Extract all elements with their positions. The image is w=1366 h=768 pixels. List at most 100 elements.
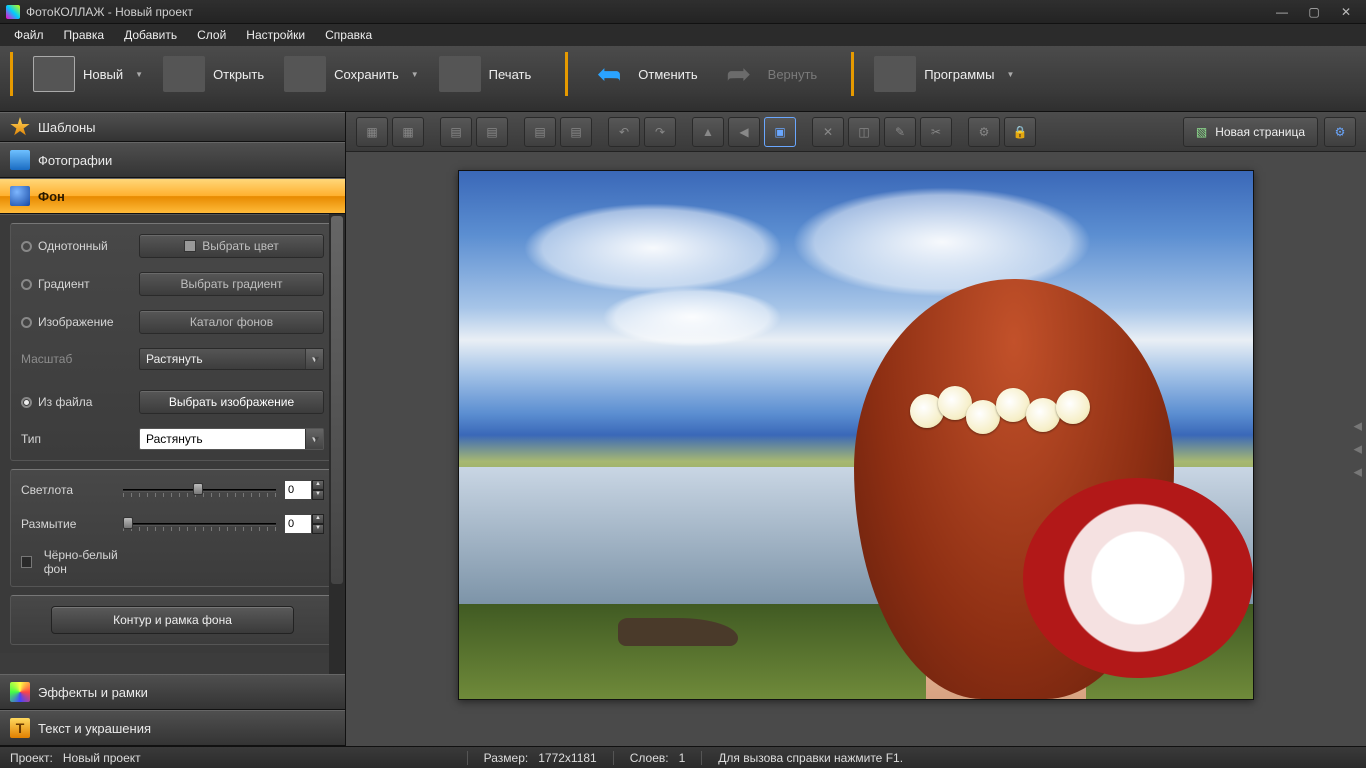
bw-checkbox[interactable]: Чёрно-белый фон bbox=[21, 548, 131, 576]
status-project-label: Проект: bbox=[10, 751, 53, 765]
menu-help[interactable]: Справка bbox=[315, 25, 382, 45]
status-help: Для вызова справки нажмите F1. bbox=[718, 751, 903, 765]
page-settings-icon[interactable]: ⚙ bbox=[1324, 117, 1356, 147]
choose-color-button[interactable]: Выбрать цвет bbox=[139, 234, 324, 258]
canvas-object-boat bbox=[618, 618, 738, 646]
bg-catalog-button[interactable]: Каталог фонов bbox=[139, 310, 324, 334]
choose-image-button[interactable]: Выбрать изображение bbox=[139, 390, 324, 414]
flip-h-icon[interactable]: ▲ bbox=[692, 117, 724, 147]
eyedropper-icon[interactable]: ✎ bbox=[884, 117, 916, 147]
align-top-icon[interactable]: ▤ bbox=[524, 117, 556, 147]
canvas-object-bouquet bbox=[1023, 478, 1253, 678]
menu-file[interactable]: Файл bbox=[4, 25, 54, 45]
programs-button[interactable]: Программы▼ bbox=[864, 52, 1024, 96]
undo-button[interactable]: ➦Отменить bbox=[578, 53, 707, 96]
balloon-icon bbox=[10, 186, 30, 206]
status-layers-label: Слоев: bbox=[630, 751, 669, 765]
menu-add[interactable]: Добавить bbox=[114, 25, 187, 45]
chevron-down-icon[interactable]: ▼ bbox=[1006, 70, 1014, 79]
chevron-down-icon[interactable]: ▼ bbox=[135, 70, 143, 79]
status-size-label: Размер: bbox=[484, 751, 529, 765]
crop-icon[interactable]: ◫ bbox=[848, 117, 880, 147]
radio-gradient[interactable]: Градиент bbox=[21, 277, 131, 291]
menubar: Файл Правка Добавить Слой Настройки Спра… bbox=[0, 24, 1366, 46]
scissors-icon[interactable]: ✂ bbox=[920, 117, 952, 147]
panel-scrollbar[interactable] bbox=[329, 214, 345, 674]
box-icon bbox=[874, 56, 916, 92]
star-icon bbox=[10, 117, 30, 137]
background-panel: Однотонный Выбрать цвет Градиент Выбрать… bbox=[0, 214, 345, 653]
radio-image[interactable]: Изображение bbox=[21, 315, 131, 329]
rotate-left-icon[interactable]: ↶ bbox=[608, 117, 640, 147]
window-title: ФотоКОЛЛАЖ - Новый проект bbox=[26, 5, 1268, 19]
statusbar: Проект: Новый проект Размер: 1772x1181 С… bbox=[0, 746, 1366, 768]
flip-v-icon[interactable]: ◀ bbox=[728, 117, 760, 147]
maximize-button[interactable]: ▢ bbox=[1300, 4, 1328, 20]
type-select[interactable]: Растянуть▼ bbox=[139, 428, 324, 450]
folder-icon bbox=[163, 56, 205, 92]
lock-icon[interactable]: 🔒 bbox=[1004, 117, 1036, 147]
sidebar-item-text[interactable]: Текст и украшения bbox=[0, 710, 345, 746]
choose-gradient-button[interactable]: Выбрать градиент bbox=[139, 272, 324, 296]
left-panel: Шаблоны Фотографии Фон Однотонный Выбрат… bbox=[0, 112, 346, 746]
send-back-icon[interactable]: ▦ bbox=[392, 117, 424, 147]
undo-icon: ➦ bbox=[588, 57, 630, 92]
align-right-icon[interactable]: ▤ bbox=[476, 117, 508, 147]
print-button[interactable]: Печать bbox=[429, 52, 542, 96]
sidebar-item-templates[interactable]: Шаблоны bbox=[0, 112, 345, 142]
blur-label: Размытие bbox=[21, 517, 115, 531]
align-bottom-icon[interactable]: ▤ bbox=[560, 117, 592, 147]
blur-input[interactable]: ▲▼ bbox=[284, 514, 324, 534]
radio-solid[interactable]: Однотонный bbox=[21, 239, 131, 253]
photo-icon bbox=[10, 150, 30, 170]
rotate-right-icon[interactable]: ↷ bbox=[644, 117, 676, 147]
canvas-object-flowers bbox=[910, 386, 1110, 440]
status-project: Новый проект bbox=[63, 751, 141, 765]
palette-icon bbox=[10, 682, 30, 702]
new-page-button[interactable]: ▧ Новая страница bbox=[1183, 117, 1318, 147]
fit-screen-icon[interactable]: ▣ bbox=[764, 117, 796, 147]
status-size: 1772x1181 bbox=[538, 751, 597, 765]
gear-icon[interactable]: ⚙ bbox=[968, 117, 1000, 147]
sidebar-item-effects[interactable]: Эффекты и рамки bbox=[0, 674, 345, 710]
align-left-icon[interactable]: ▤ bbox=[440, 117, 472, 147]
brightness-label: Светлота bbox=[21, 483, 115, 497]
page-add-icon: ▧ bbox=[1196, 125, 1207, 139]
menu-layer[interactable]: Слой bbox=[187, 25, 236, 45]
minimize-button[interactable]: — bbox=[1268, 4, 1296, 20]
delete-icon[interactable]: ✕ bbox=[812, 117, 844, 147]
menu-settings[interactable]: Настройки bbox=[236, 25, 315, 45]
color-swatch bbox=[184, 240, 196, 252]
scale-select[interactable]: Растянуть▼ bbox=[139, 348, 324, 370]
redo-button[interactable]: ➦Вернуть bbox=[708, 53, 828, 96]
sidebar-item-photos[interactable]: Фотографии bbox=[0, 142, 345, 178]
printer-icon bbox=[439, 56, 481, 92]
radio-from-file[interactable]: Из файла bbox=[21, 395, 131, 409]
titlebar: ФотоКОЛЛАЖ - Новый проект — ▢ ✕ bbox=[0, 0, 1366, 24]
redo-icon: ➦ bbox=[718, 57, 760, 92]
contour-frame-button[interactable]: Контур и рамка фона bbox=[51, 606, 294, 634]
new-button[interactable]: Новый▼ bbox=[23, 52, 153, 96]
blur-slider[interactable] bbox=[123, 515, 276, 533]
bring-front-icon[interactable]: ▦ bbox=[356, 117, 388, 147]
scale-label: Масштаб bbox=[21, 352, 131, 366]
brightness-input[interactable]: ▲▼ bbox=[284, 480, 324, 500]
chevron-down-icon[interactable]: ▼ bbox=[411, 70, 419, 79]
brightness-slider[interactable] bbox=[123, 481, 276, 499]
new-icon bbox=[33, 56, 75, 92]
status-layers: 1 bbox=[679, 751, 686, 765]
checkbox-icon bbox=[21, 556, 32, 568]
workspace: ▦ ▦ ▤ ▤ ▤ ▤ ↶ ↷ ▲ ◀ ▣ ✕ ◫ bbox=[346, 112, 1366, 746]
main-toolbar: Новый▼ Открыть Сохранить▼ Печать ➦Отмени… bbox=[0, 46, 1366, 112]
canvas-side-handles[interactable]: ◀◀◀ bbox=[1354, 420, 1362, 479]
menu-edit[interactable]: Правка bbox=[54, 25, 115, 45]
app-icon bbox=[6, 5, 20, 19]
save-icon bbox=[284, 56, 326, 92]
sidebar-item-background[interactable]: Фон bbox=[0, 178, 345, 214]
text-icon bbox=[10, 718, 30, 738]
canvas[interactable] bbox=[458, 170, 1254, 700]
type-label: Тип bbox=[21, 432, 131, 446]
save-button[interactable]: Сохранить▼ bbox=[274, 52, 429, 96]
open-button[interactable]: Открыть bbox=[153, 52, 274, 96]
close-button[interactable]: ✕ bbox=[1332, 4, 1360, 20]
